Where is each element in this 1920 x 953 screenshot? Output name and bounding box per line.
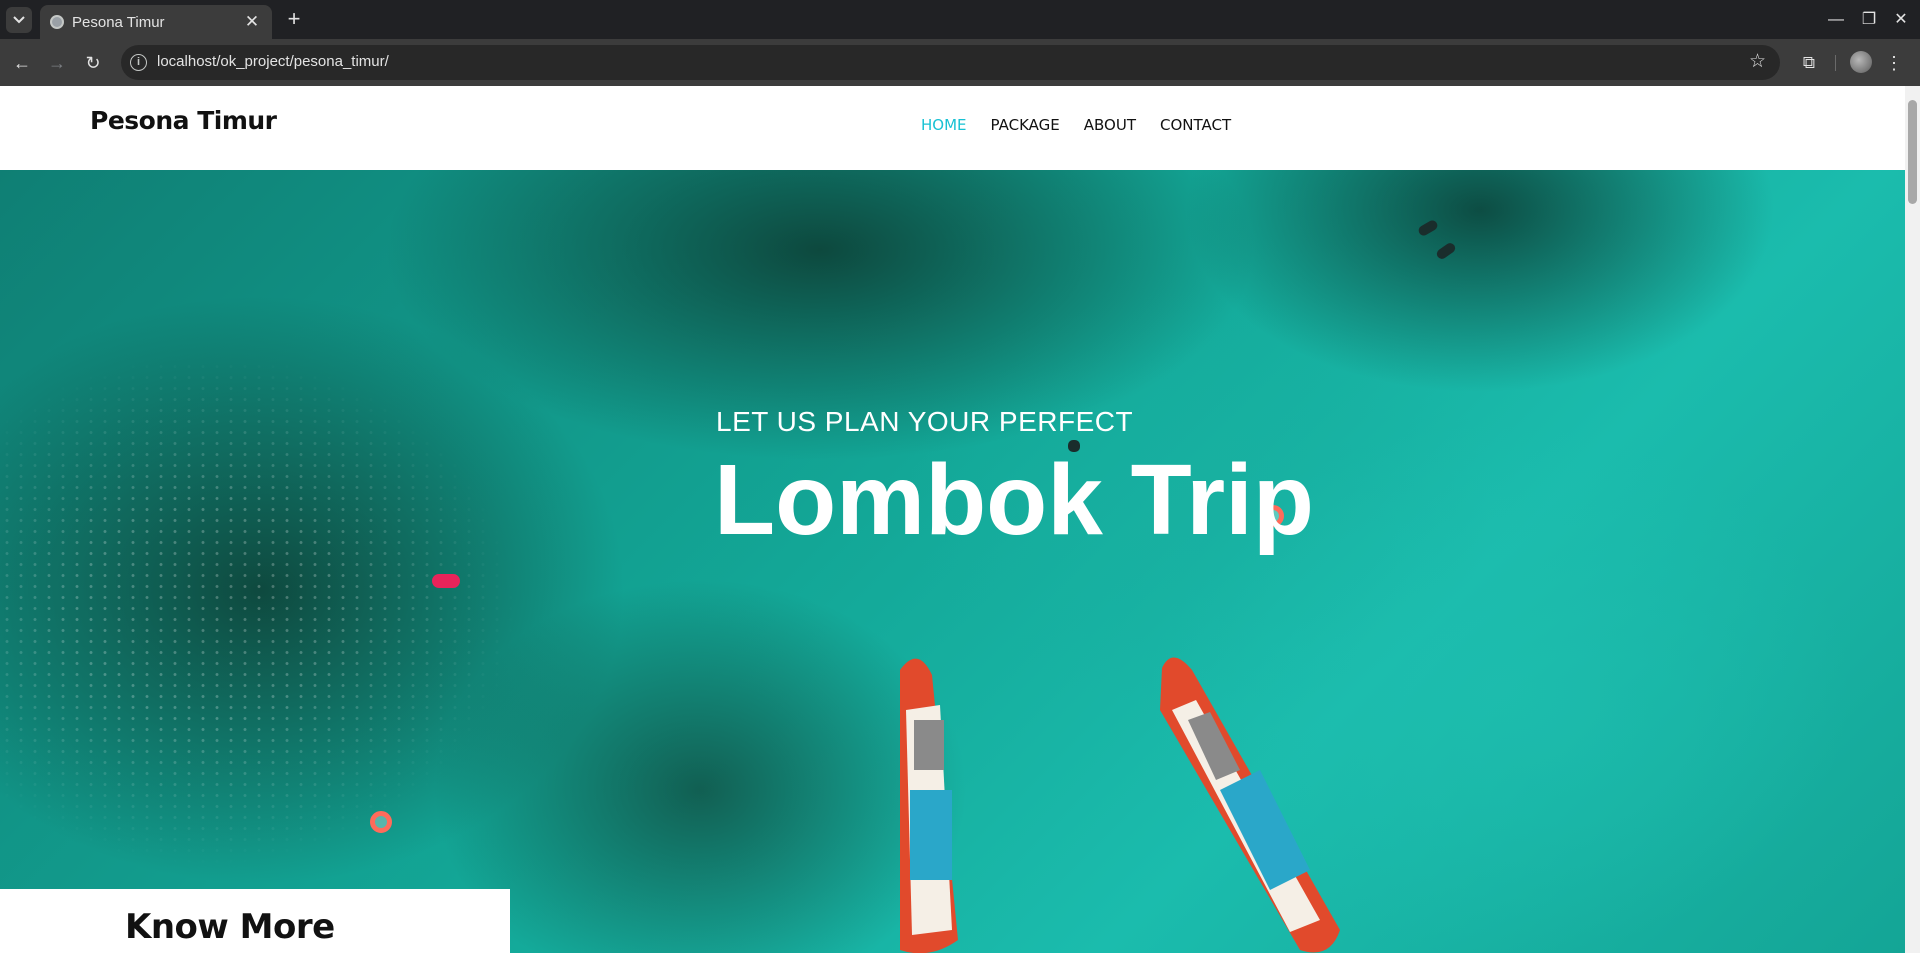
close-tab-icon[interactable]: ✕ (242, 12, 262, 32)
hero-banner: LET US PLAN YOUR PERFECT Lombok Trip (0, 170, 1905, 953)
toolbar-divider (1835, 55, 1836, 71)
nav-about[interactable]: ABOUT (1084, 116, 1136, 134)
main-menu: HOME PACKAGE ABOUT CONTACT (921, 116, 1231, 134)
nav-contact[interactable]: CONTACT (1160, 116, 1231, 134)
water-sparkle-texture (0, 350, 520, 870)
address-bar[interactable]: i localhost/ok_project/pesona_timur/ ☆ (121, 45, 1780, 80)
url-text[interactable]: localhost/ok_project/pesona_timur/ (157, 53, 389, 70)
restore-icon[interactable]: ❐ (1856, 8, 1882, 32)
site-logo[interactable]: Pesona Timur (90, 106, 277, 135)
longtail-boat-left (900, 658, 958, 953)
page-scrollbar[interactable] (1905, 86, 1920, 953)
forward-button[interactable]: → (43, 49, 71, 77)
close-window-icon[interactable]: ✕ (1888, 8, 1914, 32)
reload-button[interactable]: ↻ (79, 49, 107, 77)
browser-toolbar: ← → ↻ i localhost/ok_project/pesona_timu… (0, 39, 1920, 86)
site-navbar: Pesona Timur HOME PACKAGE ABOUT CONTACT (0, 86, 1905, 170)
page-viewport: Pesona Timur HOME PACKAGE ABOUT CONTACT (0, 86, 1920, 953)
tab-search-button[interactable] (6, 7, 32, 33)
scrollbar-thumb[interactable] (1908, 100, 1917, 204)
globe-icon (50, 15, 64, 29)
pink-float (432, 574, 460, 588)
chevron-down-icon (13, 16, 25, 24)
swimmer-figure (1416, 218, 1440, 238)
site-info-icon[interactable]: i (130, 54, 147, 71)
browser-tab-strip: Pesona Timur ✕ + — ❐ ✕ (0, 0, 1920, 39)
extensions-puzzle-icon[interactable]: ⧉ (1795, 49, 1823, 77)
kebab-menu-icon[interactable]: ⋮ (1884, 49, 1904, 77)
longtail-boat-right (1160, 657, 1340, 953)
nav-package[interactable]: PACKAGE (991, 116, 1060, 134)
know-more-card: Know More (0, 889, 510, 953)
hero-title: Lombok Trip (714, 444, 1314, 556)
buoy-ring-icon (370, 811, 392, 833)
back-button[interactable]: ← (8, 49, 36, 77)
bookmark-star-icon[interactable]: ☆ (1749, 50, 1766, 73)
new-tab-button[interactable]: + (281, 7, 307, 33)
know-more-heading: Know More (125, 907, 335, 947)
minimize-icon[interactable]: — (1823, 8, 1849, 32)
browser-tab[interactable]: Pesona Timur ✕ (40, 5, 272, 39)
swimmer-figure (1434, 241, 1458, 261)
nav-home[interactable]: HOME (921, 116, 967, 134)
tab-title: Pesona Timur (72, 14, 165, 31)
profile-avatar[interactable] (1850, 51, 1872, 73)
